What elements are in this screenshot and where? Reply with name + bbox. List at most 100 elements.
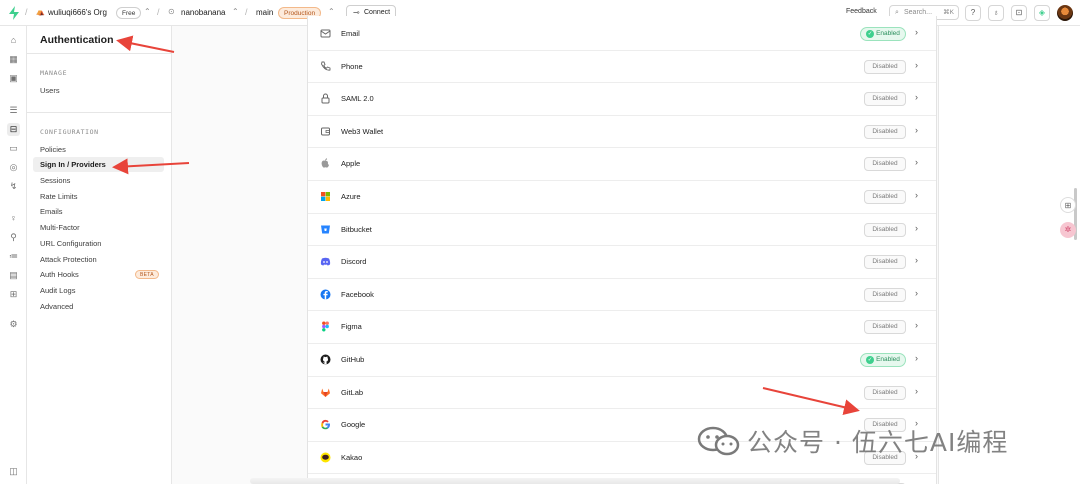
provider-row-azure[interactable]: Azure Disabled › (308, 181, 936, 214)
provider-name: Figma (341, 322, 362, 332)
org-plan-badge: Free (116, 7, 142, 19)
lightbulb-icon[interactable]: ♁ (988, 5, 1004, 21)
table-editor-icon[interactable]: ▦ (7, 53, 20, 66)
chevron-right-icon[interactable]: › (915, 353, 918, 363)
chevron-right-icon[interactable]: › (915, 125, 918, 135)
project-icon: ⊙ (168, 7, 175, 16)
breadcrumb-separator: / (157, 7, 160, 17)
sidebar-item-users[interactable]: Users (33, 83, 164, 98)
provider-row-apple[interactable]: Apple Disabled › (308, 148, 936, 181)
authentication-icon[interactable]: ⊟ (7, 123, 20, 136)
divider (27, 53, 172, 54)
chevron-right-icon[interactable]: › (915, 92, 918, 102)
provider-row-gitlab[interactable]: GitLab Disabled › (308, 377, 936, 410)
terminal-icon[interactable]: ⊡ (1011, 5, 1027, 21)
provider-row-phone[interactable]: Phone Disabled › (308, 51, 936, 84)
provider-name: SAML 2.0 (341, 94, 374, 104)
provider-name: Discord (341, 257, 367, 267)
database-icon[interactable]: ☰ (7, 104, 20, 117)
sidebar-item-multi-factor[interactable]: Multi-Factor (33, 220, 164, 235)
provider-status-badge: Disabled (864, 222, 906, 237)
provider-row-discord[interactable]: Discord Disabled › (308, 246, 936, 279)
realtime-icon[interactable]: ↯ (7, 180, 20, 193)
collapse-sidebar-icon[interactable]: ◫ (7, 465, 20, 478)
help-icon[interactable]: ? (965, 5, 981, 21)
sidebar-item-attack-protection[interactable]: Attack Protection (33, 252, 164, 267)
watermark-text: 公众号 · 伍六七AI编程 (747, 428, 1009, 457)
provider-row-figma[interactable]: Figma Disabled › (308, 311, 936, 344)
provider-name: Google (341, 420, 366, 430)
chevron-right-icon[interactable]: › (915, 320, 918, 330)
sidebar-item-sessions[interactable]: Sessions (33, 173, 164, 188)
right-panel (938, 26, 1080, 484)
translate-icon[interactable]: ✲ (1060, 222, 1076, 238)
api-docs-icon[interactable]: ▤ (7, 269, 20, 282)
chevron-right-icon[interactable]: › (915, 288, 918, 298)
org-icon: ⛺ (36, 9, 45, 16)
org-switcher-chevron-icon[interactable]: ⌃ (144, 7, 151, 16)
facebook-icon (320, 289, 331, 300)
provider-name: Apple (341, 159, 361, 169)
watermark: 公众号 · 伍六七AI编程 (697, 423, 1008, 459)
settings-icon[interactable]: ⚙ (7, 318, 20, 331)
provider-row-saml-2-0[interactable]: SAML 2.0 Disabled › (308, 83, 936, 116)
provider-name: Facebook (341, 289, 374, 299)
advisors-icon[interactable]: ♀ (7, 212, 20, 225)
storage-icon[interactable]: ▭ (7, 142, 20, 155)
logs-icon[interactable]: ≔ (7, 250, 20, 263)
phone-icon (321, 61, 331, 71)
github-icon (320, 354, 331, 365)
provider-status-badge: Disabled (864, 287, 906, 302)
provider-status-badge: Disabled (864, 92, 906, 107)
chevron-right-icon[interactable]: › (915, 223, 918, 233)
supabase-logo-icon[interactable] (8, 6, 20, 20)
project-name[interactable]: nanobanana (181, 8, 226, 17)
chevron-right-icon[interactable]: › (915, 190, 918, 200)
avatar[interactable] (1057, 5, 1073, 21)
chevron-right-icon[interactable]: › (915, 386, 918, 396)
provider-name: Bitbucket (341, 224, 372, 234)
org-name[interactable]: wuliuqi666's Org (48, 8, 107, 17)
qr-code-icon[interactable]: ⊞ (1060, 197, 1076, 213)
connect-label: Connect (364, 9, 391, 16)
project-switcher-chevron-icon[interactable]: ⌃ (232, 7, 239, 16)
figma-icon (322, 321, 329, 332)
integrations-icon[interactable]: ⊞ (7, 288, 20, 301)
provider-status-badge: Disabled (864, 320, 906, 335)
provider-row-bitbucket[interactable]: Bitbucket Disabled › (308, 214, 936, 247)
sidebar-item-auth-hooks[interactable]: Auth Hooks BETA (33, 267, 164, 282)
provider-row-facebook[interactable]: Facebook Disabled › (308, 279, 936, 312)
feedback-button[interactable]: Feedback (846, 8, 877, 15)
sidebar-item-url-configuration[interactable]: URL Configuration (33, 236, 164, 251)
search-shortcut: ⌘K (943, 9, 954, 16)
chevron-right-icon[interactable]: › (915, 60, 918, 70)
provider-row-web3-wallet[interactable]: Web3 Wallet Disabled › (308, 116, 936, 149)
chevron-right-icon[interactable]: › (915, 157, 918, 167)
sidebar-item-emails[interactable]: Emails (33, 204, 164, 219)
branch-switcher-chevron-icon[interactable]: ⌃ (328, 7, 335, 16)
reports-icon[interactable]: ⚲ (7, 231, 20, 244)
breadcrumb-separator: / (245, 7, 248, 17)
kakao-icon (320, 452, 331, 463)
edge-functions-icon[interactable]: ◎ (7, 161, 20, 174)
home-icon[interactable]: ⌂ (7, 34, 20, 47)
sidebar-item-sign-in-providers[interactable]: Sign In / Providers (33, 157, 164, 172)
provider-row-github[interactable]: GitHub Enabled › (308, 344, 936, 377)
sql-editor-icon[interactable]: ▣ (7, 72, 20, 85)
sidebar-item-policies[interactable]: Policies (33, 142, 164, 157)
chevron-right-icon[interactable]: › (915, 255, 918, 265)
provider-name: Email (341, 29, 360, 38)
provider-row-email[interactable]: Email Enabled › (308, 18, 936, 51)
branch-name[interactable]: main (256, 8, 273, 17)
assistant-icon[interactable]: ◈ (1034, 5, 1050, 21)
sidebar-item-audit-logs[interactable]: Audit Logs (33, 283, 164, 298)
divider (27, 112, 172, 113)
provider-name: GitHub (341, 355, 365, 364)
provider-name: Phone (341, 61, 363, 71)
chevron-right-icon[interactable]: › (915, 27, 918, 37)
bottom-edge (250, 478, 900, 484)
email-icon (320, 29, 331, 38)
page-title: Authentication (40, 34, 114, 46)
sidebar-item-advanced[interactable]: Advanced (33, 299, 164, 314)
sidebar-item-rate-limits[interactable]: Rate Limits (33, 189, 164, 204)
